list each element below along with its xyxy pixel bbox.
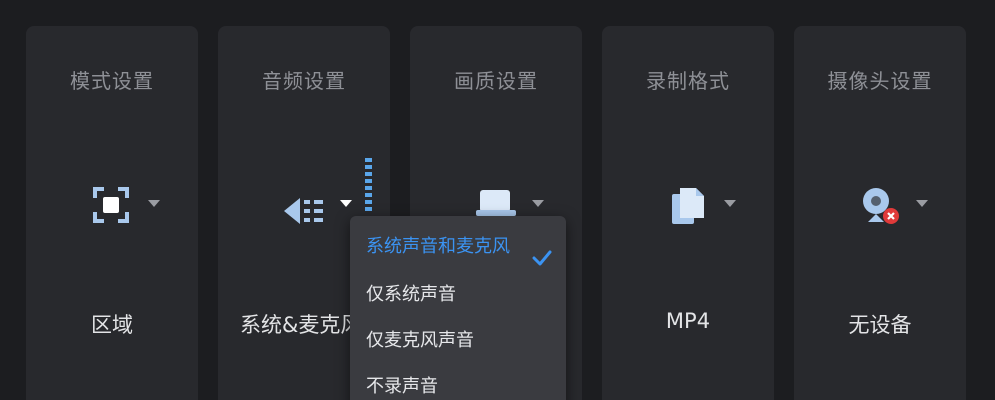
chevron-down-icon[interactable] <box>724 200 736 207</box>
mode-settings-title: 模式设置 <box>70 69 154 93</box>
recorder-settings-screen: 模式设置 区域 音频设置 系统&麦克风 画质设置 录制格式 MP4 摄像头设置 … <box>0 0 995 400</box>
dropdown-item-label: 仅系统声音 <box>366 284 456 305</box>
file-format-icon <box>670 186 706 230</box>
audio-settings-title: 音频设置 <box>262 69 346 93</box>
mode-value: 区域 <box>91 313 133 337</box>
audio-level-meter <box>365 158 373 214</box>
audio-source-dropdown: 系统声音和麦克风 仅系统声音 仅麦克风声音 不录声音 <box>350 216 566 400</box>
region-capture-icon <box>92 186 130 228</box>
chevron-down-icon[interactable] <box>916 200 928 207</box>
camera-settings-panel[interactable]: 摄像头设置 无设备 <box>794 26 966 400</box>
speaker-icon <box>282 194 326 232</box>
dropdown-item-system-and-mic[interactable]: 系统声音和麦克风 <box>350 224 566 270</box>
dropdown-item-label: 仅麦克风声音 <box>366 330 474 351</box>
chevron-down-icon[interactable] <box>340 200 352 207</box>
format-settings-panel[interactable]: 录制格式 MP4 <box>602 26 774 400</box>
camera-settings-title: 摄像头设置 <box>827 69 933 93</box>
format-settings-title: 录制格式 <box>646 69 730 93</box>
chevron-down-icon[interactable] <box>148 200 160 207</box>
chevron-down-icon[interactable] <box>532 200 544 207</box>
quality-settings-title: 画质设置 <box>454 69 538 93</box>
dropdown-item-no-audio[interactable]: 不录声音 <box>350 364 566 400</box>
mode-settings-panel[interactable]: 模式设置 区域 <box>26 26 198 400</box>
dropdown-item-mic-only[interactable]: 仅麦克风声音 <box>350 318 566 364</box>
webcam-disabled-icon <box>860 186 902 230</box>
camera-value: 无设备 <box>848 313 912 337</box>
format-value: MP4 <box>665 309 711 333</box>
dropdown-item-label: 不录声音 <box>366 376 438 397</box>
dropdown-item-system-only[interactable]: 仅系统声音 <box>350 272 566 318</box>
dropdown-item-label: 系统声音和麦克风 <box>366 236 510 257</box>
